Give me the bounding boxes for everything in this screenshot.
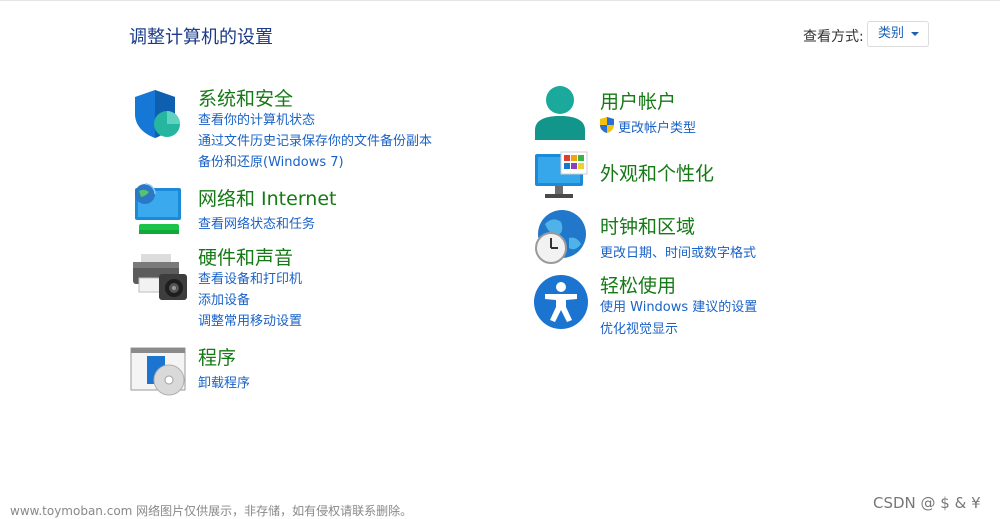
category-ease-of-access[interactable]: 轻松使用 — [600, 271, 676, 298]
view-by-value: 类别 — [878, 26, 905, 41]
watermark-right: CSDN @ $ & ¥ — [873, 494, 981, 512]
chevron-down-icon — [911, 32, 919, 36]
category-appearance-personalization[interactable]: 外观和个性化 — [600, 159, 714, 186]
user-icon[interactable] — [533, 84, 587, 142]
watermark-left: www.toymoban.com 网络图片仅供展示，非存储，如有侵权请联系删除。 — [10, 504, 413, 518]
top-divider — [0, 0, 1000, 1]
link-backup-restore[interactable]: 备份和还原(Windows 7) — [198, 151, 344, 170]
link-optimize-visual-display[interactable]: 优化视觉显示 — [600, 318, 678, 337]
uac-shield-icon — [600, 117, 614, 133]
page-title: 调整计算机的设置 — [129, 27, 273, 48]
category-clock-region[interactable]: 时钟和区域 — [600, 212, 695, 239]
link-change-account-type[interactable]: 更改帐户类型 — [618, 117, 696, 136]
category-system-security[interactable]: 系统和安全 — [198, 84, 293, 111]
link-add-device[interactable]: 添加设备 — [198, 289, 250, 308]
accessibility-icon[interactable] — [533, 274, 589, 330]
link-uninstall-program[interactable]: 卸载程序 — [198, 372, 250, 391]
clock-globe-icon[interactable] — [531, 208, 589, 266]
link-network-status-tasks[interactable]: 查看网络状态和任务 — [198, 213, 315, 232]
category-user-accounts[interactable]: 用户帐户 — [600, 87, 676, 114]
link-view-computer-status[interactable]: 查看你的计算机状态 — [198, 109, 315, 128]
shield-icon[interactable] — [131, 88, 183, 140]
programs-disc-icon[interactable] — [129, 346, 189, 398]
link-mobility-settings[interactable]: 调整常用移动设置 — [198, 310, 302, 329]
category-network-internet[interactable]: 网络和 Internet — [198, 184, 336, 211]
printer-camera-icon[interactable] — [131, 250, 187, 302]
link-view-devices-printers[interactable]: 查看设备和打印机 — [198, 268, 302, 287]
link-change-date-time-format[interactable]: 更改日期、时间或数字格式 — [600, 242, 756, 261]
category-programs[interactable]: 程序 — [198, 343, 236, 370]
view-by-label: 查看方式: — [803, 29, 864, 45]
link-recommended-settings[interactable]: 使用 Windows 建议的设置 — [600, 296, 757, 315]
view-by-dropdown[interactable]: 类别 — [867, 21, 929, 47]
link-file-history-backup[interactable]: 通过文件历史记录保存你的文件备份副本 — [198, 130, 432, 149]
network-monitor-icon[interactable] — [131, 182, 185, 236]
display-palette-icon[interactable] — [533, 150, 591, 200]
category-hardware-sound[interactable]: 硬件和声音 — [198, 243, 293, 270]
